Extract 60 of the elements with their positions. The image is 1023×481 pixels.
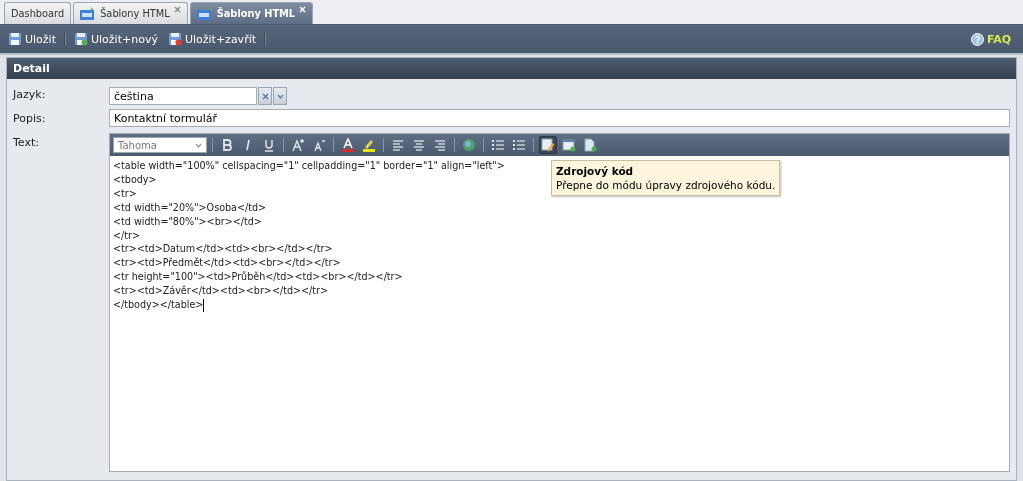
clear-icon [261, 92, 269, 100]
save-plus-icon [74, 32, 88, 46]
toolbar-button[interactable]: Uložit+nový [72, 32, 160, 46]
tab[interactable]: Šablony HTML [189, 2, 314, 24]
underline-icon [262, 138, 276, 152]
code-line: <tr> [113, 186, 137, 201]
language-field[interactable]: čeština [109, 87, 257, 105]
code-line: </tbody></table> [113, 298, 205, 312]
code-line: </tr> [113, 228, 140, 243]
field-label: Jazyk: [13, 87, 47, 103]
tab-label: Dashboard [11, 8, 65, 19]
font-color-icon [341, 138, 355, 152]
bullet-list-icon [512, 138, 526, 152]
tab[interactable]: Šablony HTML [73, 2, 188, 24]
globe-icon [462, 138, 476, 152]
html-editor[interactable] [109, 133, 1010, 472]
shrink-font-icon [312, 138, 326, 152]
bold-icon [220, 138, 234, 152]
save-cross-icon [167, 32, 182, 46]
tooltip-title: Zdrojový kód [556, 164, 635, 178]
font-select[interactable]: Tahoma [113, 137, 207, 153]
code-line: <tbody> [113, 172, 157, 187]
document-icon [583, 138, 597, 152]
window-icon [562, 138, 576, 152]
align-left-icon [391, 138, 405, 152]
save-icon [8, 32, 22, 46]
align-center-icon [412, 138, 426, 152]
chevron-icon [276, 93, 284, 99]
toolbar-button[interactable]: Uložit [6, 32, 58, 46]
panel-title: Detail [7, 58, 1016, 79]
code-line: <td width="20%">Osoba</td> [113, 200, 267, 215]
grow-font-icon [291, 138, 305, 152]
editor-tool-button[interactable] [539, 136, 557, 154]
code-line: <tr><td>Závěr</td><td><br></td></tr> [113, 284, 329, 299]
source-edit-icon [541, 138, 555, 152]
field-label: Popis: [13, 111, 47, 127]
code-line: <tr height="100"><td>Průběh</td><td><br></td></tr> [113, 270, 403, 285]
code-line: <table width="100%" cellspacing="1" cellpadding="1" border="1" align="left"> [113, 159, 505, 173]
tooltip-text: Přepne do módu úpravy zdrojového kódu. [556, 178, 776, 192]
toolbar-button[interactable]: Uložit+zavřít [165, 32, 259, 46]
clear-button[interactable] [258, 87, 272, 105]
editor-tool-button[interactable] [560, 136, 578, 154]
tab-label: Šablony HTML [216, 8, 296, 19]
code-line: <td width="80%"><br></td> [113, 214, 262, 229]
highlight-icon [362, 138, 376, 152]
description-field[interactable]: Kontaktní tormulář [109, 109, 1010, 127]
code-line: <tr><td>Datum</td><td><br></td></tr> [113, 242, 333, 257]
code-line: <tr><td>Předmět</td><td><br></td></tr> [113, 256, 341, 271]
tab-label: Šablony HTML [100, 8, 170, 19]
help-icon [970, 32, 984, 46]
faq-button[interactable]: FAQ [964, 31, 1017, 47]
editor-tool-button[interactable] [581, 136, 599, 154]
editor-tool-button[interactable] [289, 136, 307, 154]
close-icon[interactable] [173, 6, 181, 13]
field-label: Text: [13, 135, 40, 151]
dropdown-button[interactable] [273, 87, 287, 105]
chevron-icon [195, 142, 202, 148]
tab[interactable]: Dashboard [4, 2, 72, 24]
align-right-icon [433, 138, 447, 152]
editor-tool-button[interactable] [339, 136, 357, 154]
